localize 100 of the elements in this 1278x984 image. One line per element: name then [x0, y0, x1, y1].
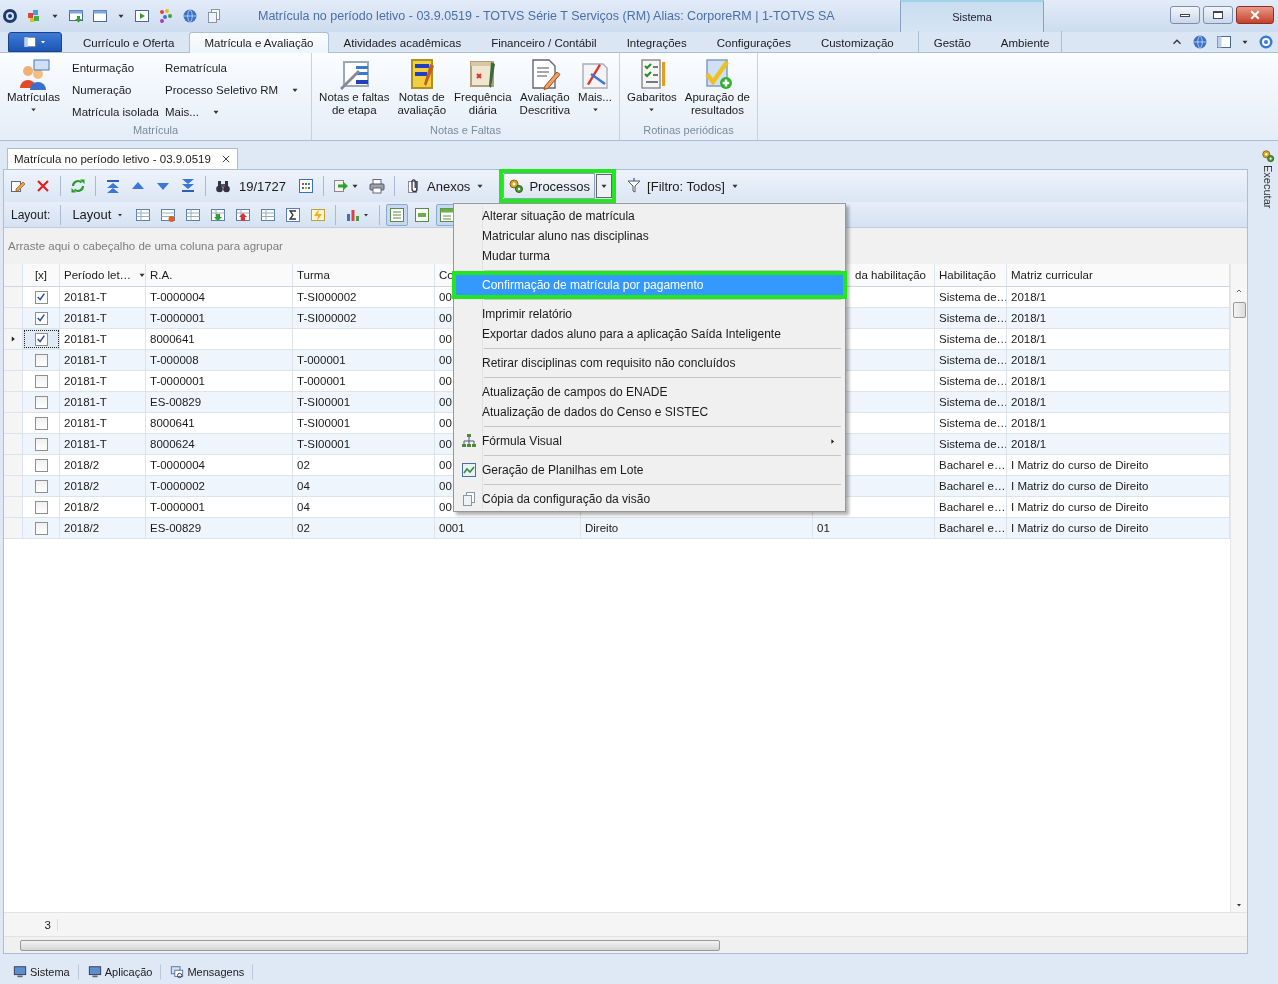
- row-header-cell[interactable]: [4, 455, 23, 475]
- menu-item[interactable]: Matricular aluno nas disciplinas: [456, 226, 843, 246]
- minimize-icon: [1180, 13, 1190, 17]
- row-header-cell[interactable]: [4, 287, 23, 307]
- column-header[interactable]: [x]: [23, 264, 60, 286]
- row-header-cell[interactable]: [4, 434, 23, 454]
- status-bar-button[interactable]: Mensagens: [169, 964, 254, 980]
- row-header-cell[interactable]: [4, 371, 23, 391]
- row-header-cell[interactable]: [4, 392, 23, 412]
- ribbon-tab[interactable]: Financeiro / Contábil: [476, 32, 612, 52]
- table-cell: T-000008: [146, 350, 293, 370]
- globe-icon[interactable]: [182, 8, 198, 24]
- window-icon[interactable]: [92, 8, 108, 24]
- row-header-cell[interactable]: [4, 497, 23, 517]
- window-icon[interactable]: [68, 8, 84, 24]
- layout-icon[interactable]: [1216, 34, 1232, 50]
- ribbon-tab[interactable]: Customização: [805, 32, 909, 52]
- ribbon-button[interactable]: Rematrícula: [164, 57, 302, 79]
- checkbox[interactable]: [34, 332, 48, 346]
- ribbon-tab[interactable]: Integrações: [611, 32, 702, 52]
- table-cell: T-SI00001: [293, 392, 435, 412]
- ribbon-button[interactable]: Gabaritos: [623, 55, 680, 124]
- ribbon-button[interactable]: Mais...: [164, 101, 302, 123]
- arrow-icon: [333, 178, 349, 194]
- close-button[interactable]: [1236, 6, 1274, 24]
- ribbon-tab[interactable]: Currículo e Oferta: [68, 32, 190, 52]
- checkbox[interactable]: [34, 479, 48, 493]
- palette-icon[interactable]: [158, 8, 174, 24]
- document-tab[interactable]: Matrícula no período letivo - 03.9.0519: [7, 148, 238, 169]
- checkbox[interactable]: [34, 374, 48, 388]
- ribbon-button[interactable]: Notas e faltas de etapa: [316, 55, 393, 124]
- status-bar-button[interactable]: Aplicação: [86, 964, 162, 980]
- close-icon[interactable]: [220, 154, 231, 164]
- checkbox[interactable]: [34, 416, 48, 430]
- help-icon[interactable]: [1258, 34, 1274, 50]
- ribbon-button[interactable]: Matrícula isolada: [71, 101, 160, 123]
- row-header-cell[interactable]: [4, 350, 23, 370]
- menu-item[interactable]: Mudar turma: [456, 246, 843, 266]
- column-header[interactable]: Habilitação: [935, 264, 1007, 286]
- menu-item[interactable]: Alterar situação de matrícula: [456, 206, 843, 226]
- scrollbar-thumb[interactable]: [1232, 302, 1246, 318]
- column-header[interactable]: R.A.: [146, 264, 293, 286]
- ribbon-button[interactable]: Enturmação: [71, 57, 160, 79]
- table-cell: T-0000004: [146, 287, 293, 307]
- vertical-scrollbar[interactable]: [1230, 264, 1247, 912]
- application-menu-button[interactable]: [8, 32, 62, 52]
- checkbox[interactable]: [34, 500, 48, 514]
- checkbox[interactable]: [34, 311, 48, 325]
- column-header[interactable]: Turma: [293, 264, 435, 286]
- row-header-cell[interactable]: [4, 413, 23, 433]
- ribbon-tab[interactable]: Atividades acadêmicas: [328, 32, 477, 52]
- app-logo-icon[interactable]: [2, 8, 18, 24]
- checkbox[interactable]: [34, 353, 48, 367]
- checkbox[interactable]: [34, 521, 48, 535]
- cubes-icon[interactable]: [26, 8, 42, 24]
- window-icon[interactable]: [134, 8, 150, 24]
- table-cell: ES-00829: [146, 518, 293, 538]
- scrollbar-thumb[interactable]: [20, 940, 720, 951]
- layout-button[interactable]: Layout: [67, 202, 130, 227]
- column-header[interactable]: Período let…: [60, 264, 146, 286]
- panel-icon: [23, 35, 37, 49]
- checkbox[interactable]: [34, 458, 48, 472]
- copy-icon[interactable]: [206, 8, 222, 24]
- ribbon-tab[interactable]: Matrícula e Avaliação: [189, 32, 329, 53]
- ribbon-button[interactable]: Numeração: [71, 79, 160, 101]
- checkbox[interactable]: [34, 395, 48, 409]
- processes-button[interactable]: Processos: [503, 173, 596, 199]
- ribbon-tab[interactable]: Gestão: [918, 32, 986, 52]
- restore-button[interactable]: [1203, 6, 1233, 24]
- table-cell: Sistema de…: [935, 392, 1007, 412]
- row-header-cell[interactable]: [4, 518, 23, 538]
- attachments-button[interactable]: Anexos: [401, 174, 491, 198]
- ribbon-button[interactable]: Frequência diária: [451, 55, 515, 124]
- ribbon-button[interactable]: Apuração de resultados: [681, 55, 753, 124]
- scroll-up-icon[interactable]: [1235, 287, 1243, 295]
- side-panel-tab[interactable]: Executar: [1262, 165, 1274, 209]
- gear-icon[interactable]: [1261, 149, 1275, 163]
- ribbon-tab[interactable]: Configurações: [701, 32, 806, 52]
- ribbon-button[interactable]: Mais...: [575, 55, 615, 124]
- grid-icon: [298, 178, 314, 194]
- table-cell: Sistema de…: [935, 434, 1007, 454]
- minimize-button[interactable]: [1170, 6, 1200, 24]
- horizontal-scrollbar[interactable]: [4, 936, 1247, 953]
- scroll-down-icon[interactable]: [1235, 901, 1243, 909]
- filter-button[interactable]: [Filtro: Todos]: [621, 174, 745, 198]
- view-toggle[interactable]: [386, 203, 409, 226]
- row-header-cell[interactable]: [4, 308, 23, 328]
- globe-icon[interactable]: [1192, 34, 1208, 50]
- ribbon-button[interactable]: Avaliação Descritiva: [516, 55, 574, 124]
- row-header-cell[interactable]: [4, 329, 23, 349]
- dropdown-button[interactable]: [596, 174, 613, 198]
- ribbon-button[interactable]: Processo Seletivo RM: [164, 79, 302, 101]
- checkbox[interactable]: [34, 437, 48, 451]
- ribbon-button[interactable]: Matrículas: [4, 55, 64, 124]
- ribbon-button[interactable]: Notas de avaliação: [394, 55, 450, 124]
- row-header-cell[interactable]: [4, 476, 23, 496]
- table-cell: 2018/2: [60, 497, 146, 517]
- ribbon-tab[interactable]: Ambiente: [985, 32, 1065, 52]
- status-bar-button[interactable]: Sistema: [12, 964, 79, 980]
- checkbox[interactable]: [34, 290, 48, 304]
